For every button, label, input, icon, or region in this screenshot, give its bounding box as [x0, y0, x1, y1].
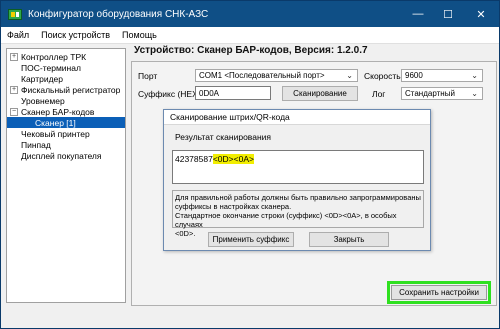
tree-item-label: Уровнемер — [21, 95, 65, 106]
notice-line: Для правильной работы должны быть правил… — [175, 193, 421, 202]
speed-value: 9600 — [405, 71, 423, 80]
tree-item-label: Пинпад — [21, 139, 51, 150]
speed-label: Скорость — [364, 71, 401, 81]
port-label: Порт — [138, 71, 158, 81]
dialog-close-button[interactable]: Закрыть — [309, 232, 389, 247]
menu-device-search[interactable]: Поиск устройств — [35, 30, 116, 40]
port-select[interactable]: COM1 <Последовательный порт> ⌄ — [195, 69, 358, 82]
minimize-button[interactable]: — — [403, 1, 433, 27]
suffix-input[interactable]: 0D0A — [195, 86, 271, 100]
tree-item-fiscal-registrar[interactable]: + Фискальный регистратор — [7, 84, 125, 95]
close-button[interactable]: ✕ — [463, 1, 499, 27]
tree-item-pos-terminal[interactable]: ПОС-терминал — [7, 62, 125, 73]
notice-line: Стандартное окончание строки (суффикс) <… — [175, 211, 397, 229]
tree-item-label: ПОС-терминал — [21, 62, 81, 73]
scan-result-field[interactable]: 42378587<0D><0A> — [172, 150, 424, 184]
tree-item-receipt-printer[interactable]: Чековый принтер — [7, 128, 125, 139]
tree-item-scanner-1[interactable]: Сканер [1] — [7, 117, 125, 128]
suffix-notice: Для правильной работы должны быть правил… — [172, 190, 424, 238]
chevron-down-icon: ⌄ — [471, 89, 478, 98]
window-title: Конфигуратор оборудования СНК-АЗС — [28, 8, 209, 20]
scan-dialog: Сканирование штрих/QR-кода Результат ска… — [163, 109, 431, 251]
tree-item-label: Картридер — [21, 73, 64, 84]
suffix-value: 0D0A — [199, 88, 220, 98]
tree-item-label: Фискальный регистратор — [21, 84, 121, 95]
log-select[interactable]: Стандартный ⌄ — [401, 87, 483, 100]
maximize-button[interactable]: ☐ — [433, 1, 463, 27]
chevron-down-icon: ⌄ — [471, 71, 478, 80]
log-value: Стандартный — [405, 89, 455, 98]
log-label: Лог — [372, 89, 386, 99]
apply-suffix-button[interactable]: Применить суффикс — [208, 232, 294, 247]
expand-icon[interactable]: + — [10, 85, 18, 94]
speed-select[interactable]: 9600 ⌄ — [401, 69, 483, 82]
device-tree: + Контроллер ТРК ПОС-терминал Картридер … — [6, 48, 126, 303]
expand-icon[interactable]: + — [10, 52, 18, 61]
chevron-down-icon: ⌄ — [346, 71, 353, 80]
app-icon — [8, 8, 22, 20]
tree-item-label: Дисплей покупателя — [21, 150, 102, 161]
scan-result-label: Результат сканирования — [175, 132, 271, 142]
menu-help[interactable]: Помощь — [116, 30, 163, 40]
tree-item-pinpad[interactable]: Пинпад — [7, 139, 125, 150]
scan-result-suffix: <0D><0A> — [212, 154, 254, 164]
main-window: Конфигуратор оборудования СНК-АЗС — ☐ ✕ … — [0, 0, 500, 329]
scan-button[interactable]: Сканирование — [282, 86, 358, 101]
device-header: Устройство: Сканер БАР-кодов, Версия: 1.… — [134, 45, 368, 56]
title-bar: Конфигуратор оборудования СНК-АЗС — ☐ ✕ — [1, 1, 499, 27]
tree-item-level-gauge[interactable]: Уровнемер — [7, 95, 125, 106]
tree-item-label: Сканер БАР-кодов — [21, 106, 95, 117]
scan-result-code: 42378587 — [175, 154, 213, 164]
tree-item-customer-display[interactable]: Дисплей покупателя — [7, 150, 125, 161]
collapse-icon[interactable]: − — [10, 107, 18, 116]
dialog-title: Сканирование штрих/QR-кода — [164, 110, 430, 125]
suffix-label: Суффикс (HEX) — [138, 89, 201, 99]
menu-file[interactable]: Файл — [1, 30, 35, 40]
save-settings-button[interactable]: Сохранить настройки — [391, 285, 487, 300]
notice-line: суффиксы в настройках сканера. — [175, 202, 292, 211]
tree-item-label: Чековый принтер — [21, 128, 90, 139]
tree-item-label: Контроллер ТРК — [21, 51, 87, 62]
port-value: COM1 <Последовательный порт> — [199, 71, 325, 80]
tree-item-card-reader[interactable]: Картридер — [7, 73, 125, 84]
tree-item-label: Сканер [1] — [35, 117, 76, 128]
tree-item-barcode-scanner[interactable]: − Сканер БАР-кодов — [7, 106, 125, 117]
tree-item-trk-controller[interactable]: + Контроллер ТРК — [7, 51, 125, 62]
